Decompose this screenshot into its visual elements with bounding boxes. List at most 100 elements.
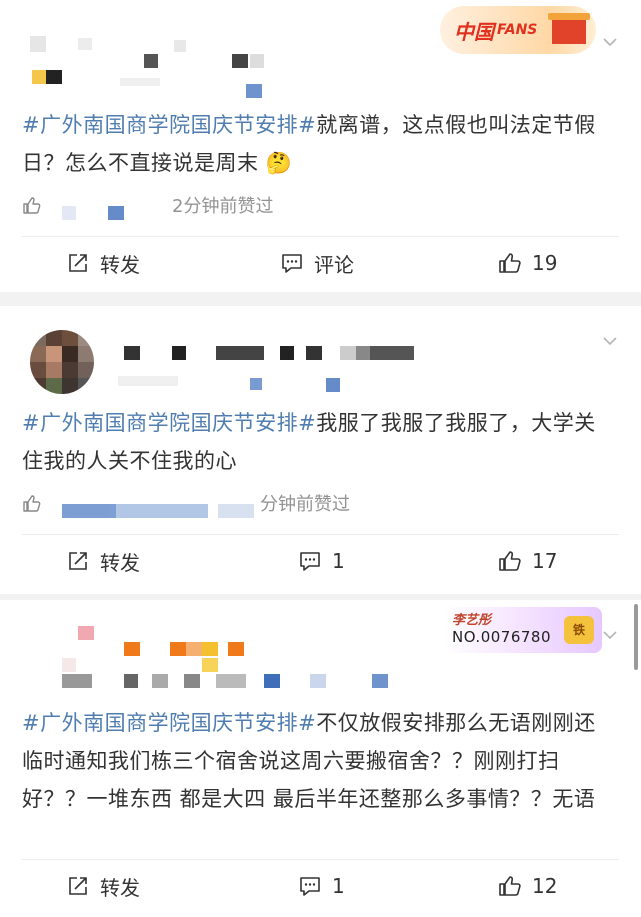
- avatar[interactable]: [30, 330, 94, 394]
- blurred-avatar: [30, 36, 46, 52]
- blurred-name: [326, 378, 340, 392]
- repost-label: 转发: [100, 252, 140, 277]
- repost-icon: [69, 552, 87, 570]
- post-text: #广外南国商学院国庆节安排#就离谱，这点假也叫法定节假日？怎么不直接说是周末 🤔: [22, 106, 617, 182]
- blurred-name: [186, 642, 202, 656]
- blurred-name: [216, 346, 264, 360]
- like-button[interactable]: 17: [498, 541, 557, 581]
- chevron-down-icon[interactable]: [601, 33, 619, 51]
- blurred-name: [78, 38, 92, 50]
- blurred-name: [62, 674, 92, 688]
- fan-badge[interactable]: 中国 FANS: [440, 6, 596, 54]
- blurred-name: [152, 674, 168, 688]
- like-meta: 2分钟前赞过: [22, 192, 273, 220]
- post-card: 中国 FANS #广外南国商学院国庆节安排#就离谱，这点假也叫法定节假日？怎么不…: [0, 0, 641, 292]
- repost-label: 转发: [100, 875, 140, 900]
- like-icon: [499, 253, 521, 273]
- comment-button[interactable]: 评论: [280, 243, 354, 283]
- crown-icon: 铁: [564, 616, 594, 644]
- blurred-avatar: [78, 626, 94, 640]
- hashtag-link[interactable]: #广外南国商学院国庆节安排#: [22, 411, 316, 435]
- like-time: 分钟前赞过: [260, 494, 350, 515]
- comment-button[interactable]: 1: [298, 866, 345, 906]
- blurred-name: [124, 674, 138, 688]
- blurred-name: [370, 346, 414, 360]
- emoji: 🤔: [265, 151, 293, 175]
- like-icon: [499, 551, 521, 571]
- chevron-down-icon[interactable]: [601, 626, 619, 644]
- blurred-name: [174, 40, 186, 52]
- action-bar: 转发 1 12: [0, 866, 641, 906]
- badge-name: 李艺彤: [452, 613, 492, 628]
- action-bar: 转发 评论 19: [0, 243, 641, 283]
- action-bar: 转发 1 17: [0, 541, 641, 581]
- repost-icon: [69, 254, 87, 272]
- divider: [22, 534, 619, 535]
- blurred-avatar: [62, 658, 76, 672]
- blurred-name: [356, 346, 370, 360]
- blurred-name: [232, 54, 248, 68]
- blurred-avatar: [218, 504, 254, 518]
- repost-icon: [69, 877, 87, 895]
- post-text: #广外南国商学院国庆节安排#不仅放假安排那么无语刚刚还临时通知我们栋三个宿舍说这…: [22, 704, 617, 818]
- repost-button[interactable]: 转发: [66, 243, 140, 283]
- blurred-avatar: [108, 206, 124, 220]
- blurred-name: [310, 674, 326, 688]
- blurred-name: [32, 70, 46, 84]
- blurred-name: [170, 642, 186, 656]
- hashtag-link[interactable]: #广外南国商学院国庆节安排#: [22, 711, 316, 735]
- repost-button[interactable]: 转发: [66, 866, 140, 906]
- like-count: 12: [532, 874, 558, 898]
- comment-icon: [300, 552, 320, 571]
- blurred-name: [172, 346, 186, 360]
- fan-badge[interactable]: 李艺彤 NO.0076780 铁: [444, 607, 602, 653]
- hashtag-link[interactable]: #广外南国商学院国庆节安排#: [22, 113, 316, 137]
- comment-icon: [300, 877, 320, 896]
- like-icon: [499, 876, 521, 896]
- blurred-name: [250, 378, 262, 390]
- scrollbar[interactable]: [634, 604, 638, 670]
- blurred-name: [228, 642, 244, 656]
- blurred-name: [340, 346, 356, 360]
- blurred-name: [118, 376, 178, 386]
- comment-count: 1: [332, 874, 345, 898]
- badge-text: FANS: [497, 22, 538, 38]
- repost-button[interactable]: 转发: [66, 541, 140, 581]
- comment-icon: [282, 254, 302, 273]
- blurred-name: [46, 70, 62, 84]
- badge-text: 中国: [454, 19, 494, 44]
- blurred-name: [202, 642, 218, 656]
- blurred-name: [264, 674, 280, 688]
- tiananmen-icon: [548, 13, 590, 44]
- divider: [22, 236, 619, 237]
- blurred-name: [124, 346, 140, 360]
- like-count: 17: [532, 549, 558, 573]
- blurred-name: [250, 54, 264, 68]
- comment-label: 评论: [314, 252, 354, 277]
- blurred-name: [202, 658, 218, 672]
- blurred-name: [120, 78, 160, 86]
- like-button[interactable]: 12: [498, 866, 557, 906]
- blurred-name: [216, 674, 246, 688]
- comment-button[interactable]: 1: [298, 541, 345, 581]
- blurred-name: [246, 84, 262, 98]
- like-icon: [22, 195, 42, 215]
- like-icon: [22, 493, 42, 513]
- like-count: 19: [532, 251, 558, 275]
- blurred-name: [306, 346, 322, 360]
- blurred-name: [144, 54, 158, 68]
- like-time: 2分钟前赞过: [172, 196, 274, 217]
- blurred-name: [184, 674, 200, 688]
- badge-number: NO.0076780: [452, 628, 551, 646]
- divider: [22, 859, 619, 860]
- blurred-name: [124, 642, 140, 656]
- blurred-avatar: [62, 206, 76, 220]
- repost-label: 转发: [100, 550, 140, 575]
- like-button[interactable]: 19: [498, 243, 557, 283]
- blurred-name: [372, 674, 388, 688]
- post-text: #广外南国商学院国庆节安排#我服了我服了我服了，大学关住我的人关不住我的心: [22, 404, 617, 480]
- comment-count: 1: [332, 549, 345, 573]
- like-meta: 分钟前赞过: [22, 490, 350, 518]
- blurred-avatar: [108, 504, 208, 518]
- chevron-down-icon[interactable]: [601, 332, 619, 350]
